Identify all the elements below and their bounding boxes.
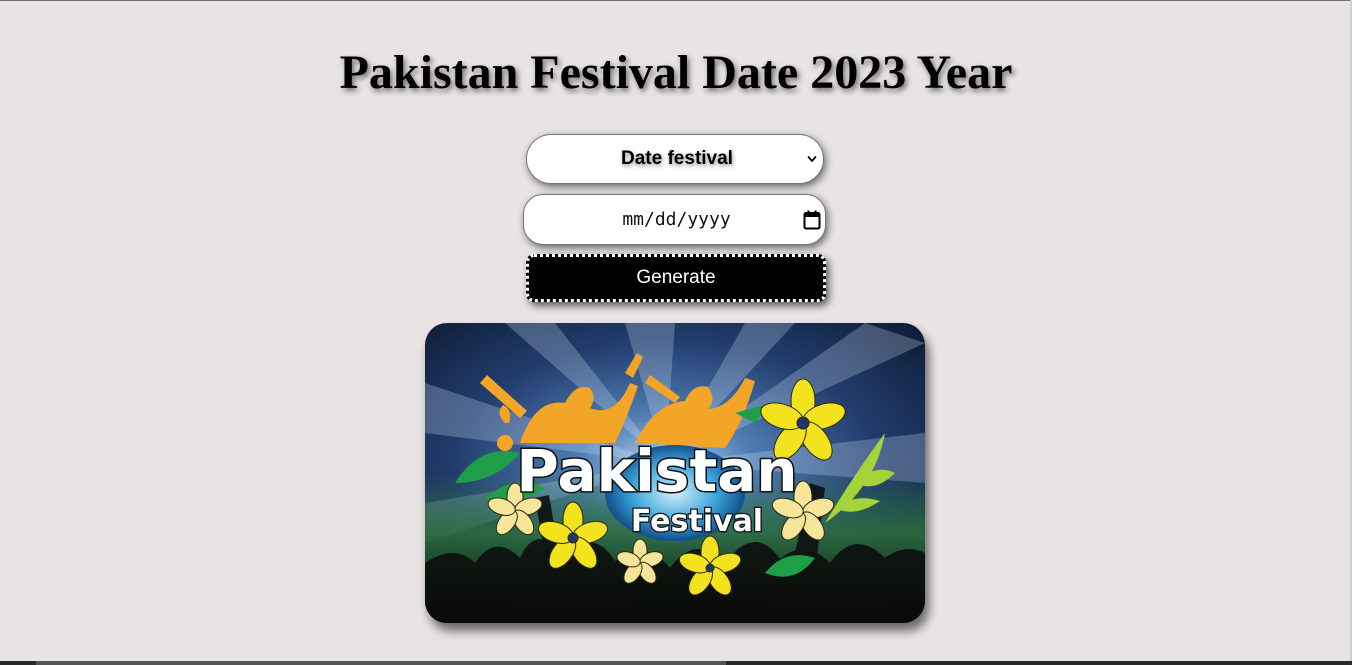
chevron-down-icon: [807, 156, 817, 162]
festival-select-value: Date festival: [621, 148, 733, 169]
scrollbar-thumb[interactable]: [36, 661, 726, 665]
date-input-placeholder: mm/dd/yyyy: [622, 209, 731, 230]
banner-logo-subtitle: Festival: [631, 504, 763, 539]
festival-select[interactable]: Date festival: [526, 134, 824, 184]
horizontal-scrollbar[interactable]: [0, 661, 1352, 665]
calendar-icon[interactable]: [803, 210, 821, 230]
date-input[interactable]: mm/dd/yyyy: [523, 194, 826, 245]
festival-banner-image: Pakistan Festival: [425, 323, 925, 623]
banner-logo-title: Pakistan: [516, 437, 797, 505]
page-title: Pakistan Festival Date 2023 Year: [339, 46, 1013, 99]
top-border: [0, 0, 1352, 1]
generate-button[interactable]: Generate: [526, 254, 826, 302]
